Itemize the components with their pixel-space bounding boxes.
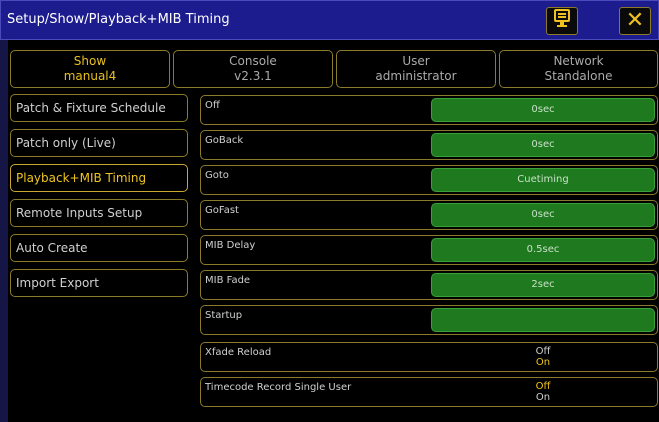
setting-label-off: Off — [205, 100, 220, 111]
properties-icon — [554, 9, 570, 33]
setting-row-mib-delay: MIB Delay 0.5sec — [200, 235, 658, 265]
tab-console-value: v2.3.1 — [234, 69, 272, 83]
setting-row-off: Off 0sec — [200, 95, 658, 125]
toggle-options-timecode-record-single-user[interactable]: Off On — [437, 381, 649, 403]
tab-network-value: Standalone — [544, 69, 613, 83]
setting-label-mib-delay: MIB Delay — [205, 240, 256, 251]
tab-network[interactable]: Network Standalone — [499, 50, 658, 88]
setting-label-goto: Goto — [205, 170, 229, 181]
setting-row-goto: Goto Cuetiming — [200, 165, 658, 195]
tab-network-label: Network — [553, 54, 604, 68]
menu-item-patch-fixture-schedule[interactable]: Patch & Fixture Schedule — [10, 94, 188, 122]
setting-row-startup: Startup — [200, 305, 658, 335]
window-title-bar: Setup/Show/Playback+MIB Timing ✕ — [0, 0, 659, 40]
setting-value-gofast[interactable]: 0sec — [431, 203, 655, 227]
setting-value-mib-delay[interactable]: 0.5sec — [431, 238, 655, 262]
menu-item-auto-create[interactable]: Auto Create — [10, 234, 188, 262]
tab-console[interactable]: Console v2.3.1 — [173, 50, 333, 88]
tab-show-label: Show — [73, 54, 107, 68]
setting-value-mib-fade[interactable]: 2sec — [431, 273, 655, 297]
tab-user-value: administrator — [375, 69, 457, 83]
toggle-options-xfade-reload[interactable]: Off On — [437, 346, 649, 368]
toggle-option-off[interactable]: Off — [437, 381, 649, 392]
setting-label-startup: Startup — [205, 310, 243, 321]
toggle-option-off[interactable]: Off — [437, 346, 649, 357]
setting-value-startup[interactable] — [431, 308, 655, 332]
setting-value-off[interactable]: 0sec — [431, 98, 655, 122]
left-edge-bar — [0, 40, 8, 422]
toggle-option-on[interactable]: On — [437, 357, 649, 368]
window-title: Setup/Show/Playback+MIB Timing — [7, 12, 230, 27]
setting-label-goback: GoBack — [205, 135, 244, 146]
setting-value-goto[interactable]: Cuetiming — [431, 168, 655, 192]
setting-label-mib-fade: MIB Fade — [205, 275, 251, 286]
tab-user-label: User — [402, 54, 430, 68]
toggle-label-xfade-reload: Xfade Reload — [205, 347, 272, 358]
menu-item-playback-mib-timing[interactable]: Playback+MIB Timing — [10, 164, 188, 192]
tab-user[interactable]: User administrator — [336, 50, 496, 88]
setting-row-goback: GoBack 0sec — [200, 130, 658, 160]
setting-row-gofast: GoFast 0sec — [200, 200, 658, 230]
menu-item-import-export[interactable]: Import Export — [10, 269, 188, 297]
toggle-label-timecode-record-single-user: Timecode Record Single User — [205, 382, 352, 393]
setting-label-gofast: GoFast — [205, 205, 239, 216]
menu-item-remote-inputs-setup[interactable]: Remote Inputs Setup — [10, 199, 188, 227]
close-x-icon: ✕ — [625, 8, 645, 33]
toggle-row-xfade-reload[interactable]: Xfade Reload Off On — [200, 342, 658, 372]
tab-show[interactable]: Show manual4 — [10, 50, 170, 88]
toggle-row-timecode-record-single-user[interactable]: Timecode Record Single User Off On — [200, 377, 658, 407]
tab-console-label: Console — [229, 54, 277, 68]
setting-value-goback[interactable]: 0sec — [431, 133, 655, 157]
properties-button[interactable] — [546, 7, 578, 35]
tab-show-value: manual4 — [63, 69, 117, 83]
toggle-option-on[interactable]: On — [437, 392, 649, 403]
close-button[interactable]: ✕ — [619, 7, 651, 35]
setting-row-mib-fade: MIB Fade 2sec — [200, 270, 658, 300]
menu-item-patch-only-live[interactable]: Patch only (Live) — [10, 129, 188, 157]
